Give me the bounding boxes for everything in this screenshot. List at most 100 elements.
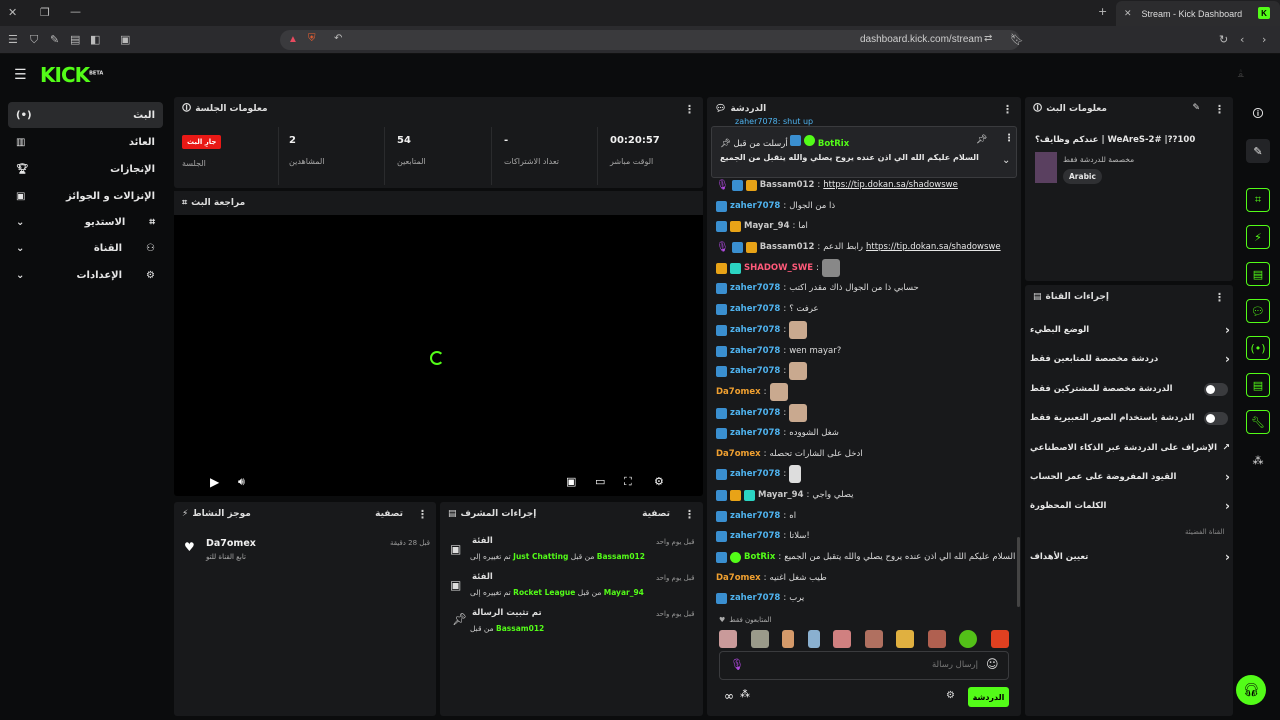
- chat-message[interactable]: 🎙︎ Bassam012: https://tip.dokan.sa/shadow…: [716, 177, 958, 193]
- emote-button[interactable]: [959, 630, 978, 648]
- session-menu-icon[interactable]: ⋮: [684, 103, 695, 116]
- account-age-row[interactable]: القيود المفروضة على عمر الحساب ›: [1030, 467, 1230, 487]
- chat-message[interactable]: zaher7078: ذا من الجوال: [716, 198, 835, 214]
- chat-message[interactable]: SHADOW_SWE:: [716, 259, 840, 277]
- preview-icon[interactable]: ⌗: [1246, 188, 1270, 212]
- tabs-icon[interactable]: ▤: [70, 33, 80, 46]
- minimize-window-icon[interactable]: —: [70, 5, 81, 18]
- chat-message[interactable]: zaher7078:: [716, 465, 802, 483]
- bolt-icon[interactable]: ⚡︎: [1246, 225, 1270, 249]
- chat-input[interactable]: 🎙︎ إرسال رسالة ☺: [719, 651, 1009, 680]
- theater-icon[interactable]: ▭: [595, 475, 605, 488]
- sidebar-item-broadcast[interactable]: (•) البث: [8, 102, 163, 128]
- menu-icon[interactable]: ☰: [8, 33, 18, 46]
- emote-button[interactable]: [750, 630, 769, 648]
- chat-icon[interactable]: 💬︎: [1246, 299, 1270, 323]
- stream-info-menu-icon[interactable]: ⋮: [1214, 103, 1225, 116]
- chat-message[interactable]: Mayar_94: يصلي واجي: [716, 487, 854, 503]
- emote-button[interactable]: [896, 630, 915, 648]
- edit-icon[interactable]: ✎: [1246, 139, 1270, 163]
- sidebar-item-drops[interactable]: ▣ الإنزالات و الجوائز: [8, 183, 163, 209]
- emote-button[interactable]: [990, 630, 1009, 648]
- emote-only-toggle[interactable]: [1204, 412, 1228, 425]
- back-icon[interactable]: ‹: [1240, 33, 1244, 46]
- volume-icon[interactable]: 🔊︎: [238, 475, 245, 489]
- screenshot-icon[interactable]: ▣: [120, 33, 130, 46]
- pip-icon[interactable]: ▣: [566, 475, 576, 488]
- slow-mode-row[interactable]: الوضع البطيء ›: [1030, 320, 1230, 340]
- emote-button[interactable]: [864, 630, 883, 648]
- sidebar-item-achievements[interactable]: 🏆︎ الإنجازات: [8, 156, 163, 182]
- back-history-icon[interactable]: ↶: [334, 33, 342, 44]
- brave-shield-icon[interactable]: ⛨: [308, 33, 316, 44]
- chat-message[interactable]: Da7omex: ادخل على الشارات تحصله: [716, 446, 863, 462]
- forward-icon[interactable]: ›: [1262, 33, 1266, 46]
- dots-cluster-icon[interactable]: ⁂: [1246, 448, 1270, 472]
- sidebar-toggle-icon[interactable]: ◧: [90, 33, 100, 46]
- followers-only-row[interactable]: دردشة مخصصة للمتابعين فقط ›: [1030, 349, 1230, 369]
- url-text[interactable]: dashboard.kick.com/stream: [860, 34, 982, 45]
- chat-message[interactable]: Mayar_94: اما: [716, 218, 808, 234]
- set-goals-row[interactable]: تعيين الأهداف ›: [1030, 547, 1230, 567]
- chat-message[interactable]: zaher7078: عرفت ؟: [716, 301, 819, 317]
- chat-message[interactable]: Da7omex:: [716, 383, 788, 401]
- subscribers-only-toggle[interactable]: [1204, 383, 1228, 396]
- close-window-icon[interactable]: ✕: [8, 6, 17, 19]
- address-bar[interactable]: ▲ ⛨ ↶ dashboard.kick.com/stream ⇄: [280, 30, 1020, 50]
- mic-icon[interactable]: 🎙︎: [730, 658, 744, 671]
- tools-icon[interactable]: ▤: [1246, 373, 1270, 397]
- shield-icon[interactable]: ⛉: [30, 33, 38, 47]
- chat-message[interactable]: zaher7078: حسابي ذا من الجوال ذاك مقدر ا…: [716, 280, 919, 296]
- chat-message[interactable]: zaher7078: شغل الشووده: [716, 425, 839, 441]
- sidebar-item-channel[interactable]: ⌄ القناة ⚇: [8, 235, 163, 261]
- wrench-icon[interactable]: 🔧︎: [1246, 410, 1270, 434]
- chat-message[interactable]: Da7omex: طيب شغل اغنيه: [716, 570, 827, 586]
- dots-cluster-icon[interactable]: ⁂: [740, 689, 750, 700]
- chat-message[interactable]: zaher7078:: [716, 321, 808, 339]
- emote-button[interactable]: [782, 630, 795, 648]
- pinned-menu-icon[interactable]: ⋮: [1004, 133, 1014, 144]
- chevron-down-icon[interactable]: ⌄: [1002, 155, 1010, 166]
- chat-settings-icon[interactable]: ⚙: [946, 690, 955, 701]
- chat-message[interactable]: zaher7078: اه: [716, 508, 796, 524]
- reload-icon[interactable]: ↻: [1219, 33, 1228, 46]
- chat-menu-icon[interactable]: ⋮: [1002, 103, 1013, 116]
- support-button[interactable]: 🎧︎: [1236, 675, 1266, 705]
- chat-message[interactable]: zaher7078:: [716, 404, 808, 422]
- chat-message[interactable]: BotRix: السلام عليكم الله الي اذن عنده ي…: [716, 549, 1015, 565]
- category-thumbnail[interactable]: [1035, 152, 1057, 183]
- sidebar-item-studio[interactable]: ⌄ الاستديو ⌗: [8, 209, 163, 235]
- channel-actions-menu-icon[interactable]: ⋮: [1214, 291, 1225, 304]
- edit-icon[interactable]: ✎: [1192, 103, 1200, 116]
- chat-message[interactable]: zaher7078:: [716, 362, 808, 380]
- emote-button[interactable]: [719, 630, 737, 648]
- fullscreen-icon[interactable]: ⛶: [624, 475, 632, 489]
- player-settings-icon[interactable]: ⚙: [654, 475, 664, 488]
- unpin-icon[interactable]: 📌︎: [976, 135, 987, 145]
- chat-message[interactable]: zaher7078: سلاتا!: [716, 528, 810, 544]
- sidebar-item-revenue[interactable]: ▥ العائد: [8, 129, 163, 155]
- list-icon[interactable]: ▤: [1246, 262, 1270, 286]
- mod-menu-icon[interactable]: ⋮: [684, 508, 695, 521]
- restore-window-icon[interactable]: ❐: [40, 6, 50, 19]
- stream-category[interactable]: مخصصة للدردشة فقط: [1063, 155, 1134, 164]
- send-chat-button[interactable]: الدردشة: [968, 687, 1009, 707]
- activity-menu-icon[interactable]: ⋮: [417, 508, 428, 521]
- chat-scrollbar[interactable]: [1017, 537, 1020, 607]
- user-avatar[interactable]: ﭭ: [1238, 67, 1244, 80]
- emote-button[interactable]: [807, 630, 820, 648]
- chat-message[interactable]: zaher7078: يرب: [716, 590, 804, 606]
- chat-message[interactable]: 🎙︎ Bassam012: رابط الدعم https://tip.doka…: [716, 239, 1001, 255]
- tab-close-icon[interactable]: ✕: [1124, 8, 1132, 19]
- sidebar-item-settings[interactable]: ⌄ الإعدادات ⚙: [8, 262, 163, 288]
- pinned-message[interactable]: 📌︎ أرسلت من قبل BotRix السلام عليكم الله…: [711, 126, 1017, 178]
- brave-triangle-icon[interactable]: ▲: [288, 34, 298, 45]
- banned-words-row[interactable]: الكلمات المحظورة ›: [1030, 496, 1230, 516]
- browser-tab[interactable]: ✕ Stream - Kick Dashboard K: [1116, 1, 1280, 26]
- emoji-icon[interactable]: ☺: [986, 657, 999, 671]
- chat-message[interactable]: zaher7078: wen mayar?: [716, 343, 841, 359]
- new-tab-icon[interactable]: +: [1098, 5, 1107, 18]
- share-icon[interactable]: ⇄: [984, 33, 992, 44]
- mod-filter-button[interactable]: تصفية: [642, 509, 670, 519]
- broadcast-icon[interactable]: (•): [1246, 336, 1270, 360]
